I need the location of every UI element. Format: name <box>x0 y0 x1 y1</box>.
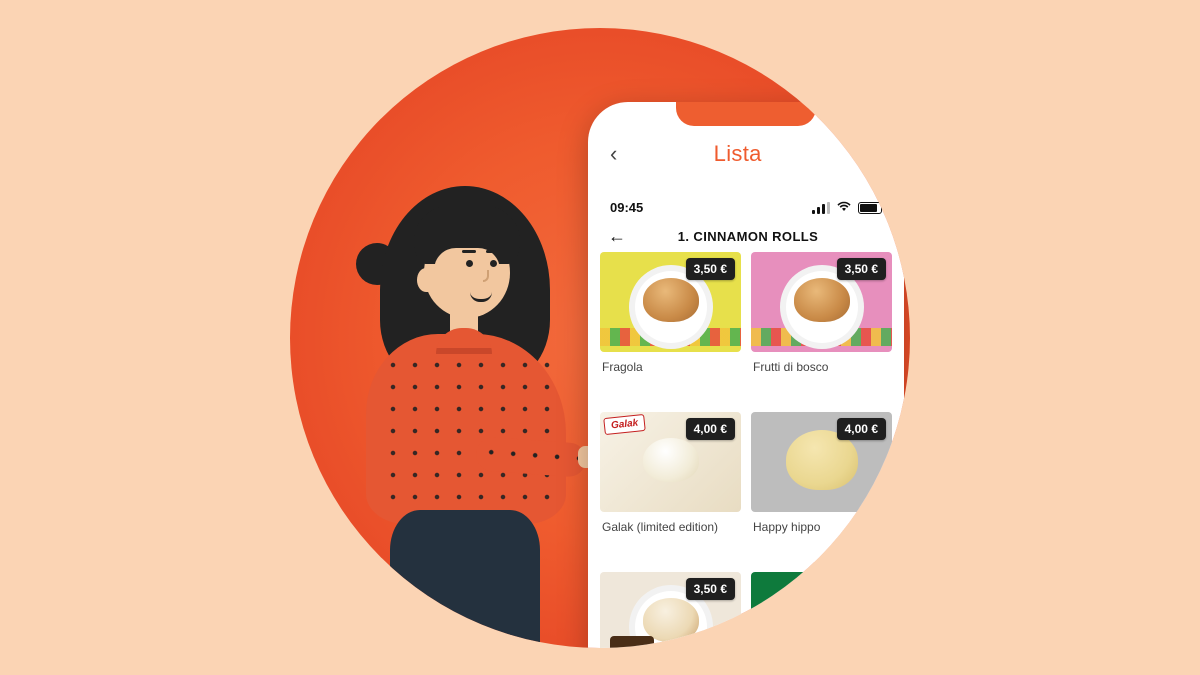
brand-tag: Galak <box>603 414 646 435</box>
app-header: ‹ Lista <box>588 136 904 172</box>
price-badge: 4,00 € <box>686 418 735 440</box>
product-card[interactable]: 3,50 € Fragola <box>600 252 741 402</box>
status-time: 09:45 <box>610 200 643 215</box>
product-card[interactable]: 4,00 € Happy hippo <box>751 412 892 562</box>
product-thumbnail: 3,50 € <box>751 572 892 648</box>
product-thumbnail: 3,50 € <box>600 252 741 352</box>
phone-notch <box>676 102 816 126</box>
product-card[interactable]: Galak 4,00 € Galak (limited edition) <box>600 412 741 562</box>
product-name: Fragola <box>600 352 741 374</box>
hero-circle: ‹ Lista 09:45 ← 1. CINNAMON ROLLS 3,5 <box>290 28 910 648</box>
product-thumbnail: 4,00 € <box>751 412 892 512</box>
product-card[interactable]: 3,50 € Frutti di bosco <box>751 252 892 402</box>
product-thumbnail: Galak 4,00 € <box>600 412 741 512</box>
phone-mockup: ‹ Lista 09:45 ← 1. CINNAMON ROLLS 3,5 <box>588 102 904 648</box>
product-name: Frutti di bosco <box>751 352 892 374</box>
price-badge: 3,50 € <box>837 578 886 600</box>
price-badge: 3,50 € <box>837 258 886 280</box>
battery-icon <box>858 202 882 214</box>
menu-icon[interactable] <box>858 146 882 162</box>
product-grid: 3,50 € Fragola 3,50 € Frutti di bosco Ga… <box>600 252 892 648</box>
woman-illustration <box>318 178 618 648</box>
product-card[interactable]: 3,50 € Kinder cereali <box>600 572 741 648</box>
signal-icon <box>812 202 830 214</box>
back-button[interactable]: ‹ <box>610 143 617 165</box>
product-name: Happy hippo <box>751 512 892 534</box>
status-bar: 09:45 <box>588 200 904 215</box>
product-card[interactable]: 3,50 € Mela e Cannella <box>751 572 892 648</box>
price-badge: 3,50 € <box>686 578 735 600</box>
app-title: Lista <box>714 141 762 167</box>
price-badge: 4,00 € <box>837 418 886 440</box>
product-thumbnail: 3,50 € <box>600 572 741 648</box>
wifi-icon <box>836 200 852 215</box>
product-name: Galak (limited edition) <box>600 512 741 534</box>
product-thumbnail: 3,50 € <box>751 252 892 352</box>
price-badge: 3,50 € <box>686 258 735 280</box>
section-title: 1. CINNAMON ROLLS <box>612 229 884 244</box>
